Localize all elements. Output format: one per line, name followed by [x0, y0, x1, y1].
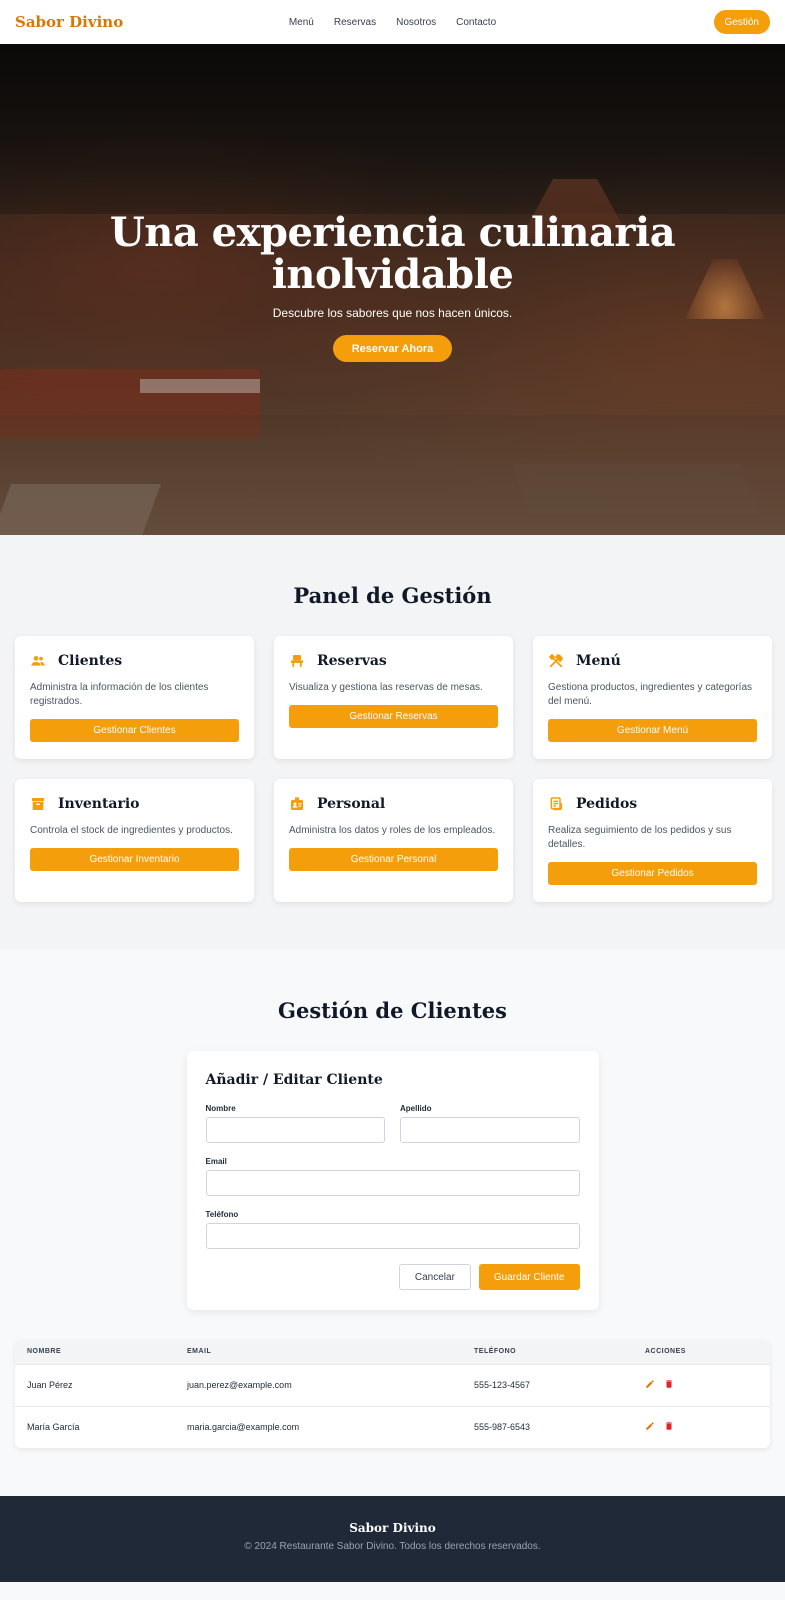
footer: Sabor Divino © 2024 Restaurante Sabor Di… — [0, 1496, 785, 1582]
gestion-button[interactable]: Gestión — [713, 10, 770, 34]
cell-nombre: Juan Pérez — [15, 1363, 175, 1406]
edit-pencil-icon[interactable] — [645, 1379, 655, 1389]
gestionar-pedidos-button[interactable]: Gestionar Pedidos — [548, 862, 757, 885]
apellido-field-group: Apellido — [400, 1104, 580, 1143]
table-row: María García maria.garcia@example.com 55… — [15, 1405, 770, 1448]
client-form-card: Añadir / Editar Cliente Nombre Apellido … — [186, 1051, 599, 1310]
gestionar-reservas-button[interactable]: Gestionar Reservas — [289, 705, 498, 728]
brand-logo[interactable]: Sabor Divino — [15, 13, 123, 31]
delete-trash-icon[interactable] — [664, 1421, 674, 1431]
chair-icon — [289, 653, 305, 669]
cancel-button[interactable]: Cancelar — [398, 1264, 471, 1290]
card-description: Gestiona productos, ingredientes y categ… — [548, 682, 753, 707]
table-row: Juan Pérez juan.perez@example.com 555-12… — [15, 1363, 770, 1406]
nombre-field-group: Nombre — [205, 1104, 385, 1143]
hero-title-line2: inolvidable — [271, 251, 514, 298]
cell-nombre: María García — [15, 1405, 175, 1448]
form-title: Añadir / Editar Cliente — [205, 1072, 383, 1088]
name-row: Nombre Apellido — [205, 1104, 580, 1143]
card-title: Inventario — [58, 796, 140, 812]
card-title: Clientes — [58, 653, 123, 669]
nav-link-contacto[interactable]: Contacto — [456, 17, 496, 28]
guardar-cliente-button[interactable]: Guardar Cliente — [478, 1264, 580, 1290]
card-description: Administra los datos y roles de los empl… — [289, 825, 496, 836]
card-description: Visualiza y gestiona las reservas de mes… — [289, 682, 483, 693]
card-description: Realiza seguimiento de los pedidos y sus… — [548, 825, 732, 850]
panel-de-gestion-section: Panel de Gestión Clientes Administra la … — [0, 535, 785, 950]
telefono-field-group: Teléfono — [205, 1210, 580, 1249]
gestion-clientes-section: Gestión de Clientes Añadir / Editar Clie… — [0, 950, 785, 1496]
nav-link-menu[interactable]: Menú — [289, 17, 314, 28]
cell-email: maria.garcia@example.com — [175, 1405, 462, 1448]
email-input[interactable] — [205, 1170, 580, 1196]
cell-telefono: 555-987-6543 — [462, 1405, 633, 1448]
card-title: Menú — [576, 653, 621, 669]
clients-table-container: NOMBRE EMAIL TELÉFONO ACCIONES Juan Pére… — [15, 1340, 770, 1448]
card-title: Reservas — [317, 653, 387, 669]
delete-trash-icon[interactable] — [664, 1379, 674, 1389]
nav-link-reservas[interactable]: Reservas — [334, 17, 376, 28]
clientes-title: Gestión de Clientes — [278, 998, 507, 1023]
column-header-telefono: TELÉFONO — [462, 1340, 633, 1364]
cell-email: juan.perez@example.com — [175, 1363, 462, 1406]
footer-copyright: © 2024 Restaurante Sabor Divino. Todos l… — [244, 1541, 541, 1552]
apellido-label: Apellido — [400, 1104, 432, 1113]
hero-subtitle: Descubre los sabores que nos hacen único… — [272, 306, 513, 320]
hero-title-line1: Una experiencia culinaria — [109, 209, 676, 256]
card-title: Personal — [317, 796, 386, 812]
card-description: Controla el stock de ingredientes y prod… — [30, 825, 233, 836]
card-clientes: Clientes Administra la información de lo… — [15, 636, 254, 759]
clients-table: NOMBRE EMAIL TELÉFONO ACCIONES Juan Pére… — [15, 1340, 770, 1448]
utensils-icon — [548, 653, 564, 669]
card-description: Administra la información de los cliente… — [30, 682, 209, 707]
nombre-label: Nombre — [205, 1104, 236, 1113]
card-pedidos: Pedidos Realiza seguimiento de los pedid… — [533, 779, 772, 902]
table-header-row: NOMBRE EMAIL TELÉFONO ACCIONES — [15, 1340, 770, 1364]
cell-acciones — [633, 1363, 770, 1406]
telefono-label: Teléfono — [205, 1210, 239, 1219]
receipt-icon — [548, 796, 564, 812]
reservar-ahora-button[interactable]: Reservar Ahora — [332, 335, 453, 362]
archive-box-icon — [30, 796, 46, 812]
nav-link-nosotros[interactable]: Nosotros — [396, 17, 436, 28]
panel-title: Panel de Gestión — [293, 583, 492, 608]
form-actions: Cancelar Guardar Cliente — [206, 1264, 580, 1290]
card-title: Pedidos — [576, 796, 638, 812]
hero-content: Una experiencia culinaria inolvidable De… — [0, 212, 785, 362]
hero-section: Una experiencia culinaria inolvidable De… — [0, 44, 785, 535]
cell-telefono: 555-123-4567 — [462, 1363, 633, 1406]
column-header-nombre: NOMBRE — [15, 1340, 175, 1364]
gestionar-clientes-button[interactable]: Gestionar Clientes — [30, 719, 239, 742]
column-header-email: EMAIL — [175, 1340, 462, 1364]
column-header-acciones: ACCIONES — [633, 1340, 770, 1364]
apellido-input[interactable] — [400, 1117, 580, 1143]
card-reservas: Reservas Visualiza y gestiona las reserv… — [274, 636, 513, 759]
card-inventario: Inventario Controla el stock de ingredie… — [15, 779, 254, 902]
users-icon — [30, 653, 46, 669]
cell-acciones — [633, 1405, 770, 1448]
telefono-input[interactable] — [205, 1223, 580, 1249]
footer-brand: Sabor Divino — [349, 1521, 436, 1535]
email-field-group: Email — [205, 1157, 580, 1196]
gestionar-personal-button[interactable]: Gestionar Personal — [289, 848, 498, 871]
top-navbar: Sabor Divino Menú Reservas Nosotros Cont… — [0, 0, 785, 44]
gestionar-menu-button[interactable]: Gestionar Menú — [548, 719, 757, 742]
card-menu: Menú Gestiona productos, ingredientes y … — [533, 636, 772, 759]
hero-title: Una experiencia culinaria inolvidable — [0, 212, 785, 296]
id-badge-icon — [289, 796, 305, 812]
edit-pencil-icon[interactable] — [645, 1421, 655, 1431]
nombre-input[interactable] — [205, 1117, 385, 1143]
email-label: Email — [205, 1157, 227, 1166]
card-personal: Personal Administra los datos y roles de… — [274, 779, 513, 902]
gestionar-inventario-button[interactable]: Gestionar Inventario — [30, 848, 239, 871]
panel-cards-grid: Clientes Administra la información de lo… — [15, 636, 772, 902]
